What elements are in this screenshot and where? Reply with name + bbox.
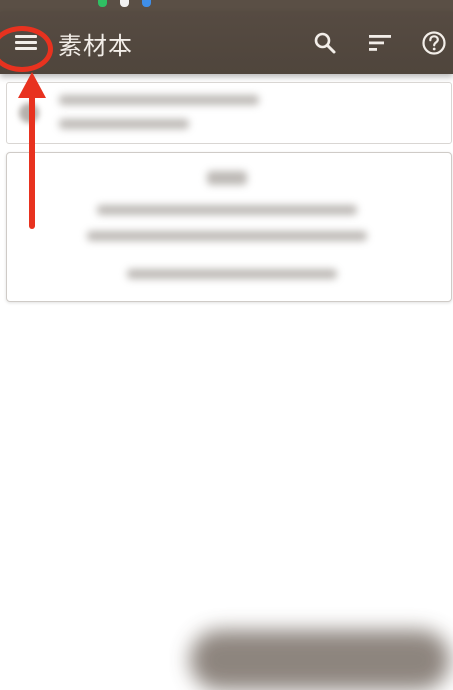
search-icon[interactable] (312, 30, 338, 56)
list-item[interactable] (6, 82, 452, 144)
notification-icon (120, 0, 129, 7)
help-icon[interactable] (421, 30, 447, 56)
floating-action-button[interactable] (190, 630, 450, 690)
app-toolbar: 素材本 (0, 12, 453, 74)
notification-icon (98, 0, 107, 7)
blurred-text (87, 231, 367, 241)
blurred-text (97, 205, 357, 215)
sort-icon[interactable] (367, 30, 393, 56)
blurred-text (59, 95, 259, 105)
blurred-text (207, 171, 247, 185)
blurred-text (59, 119, 189, 129)
item-icon (19, 103, 39, 123)
app-title: 素材本 (58, 32, 133, 60)
content-area (0, 74, 453, 314)
notification-icon (142, 0, 151, 7)
blurred-text (127, 269, 337, 279)
info-card (6, 152, 452, 302)
status-bar (0, 0, 453, 12)
